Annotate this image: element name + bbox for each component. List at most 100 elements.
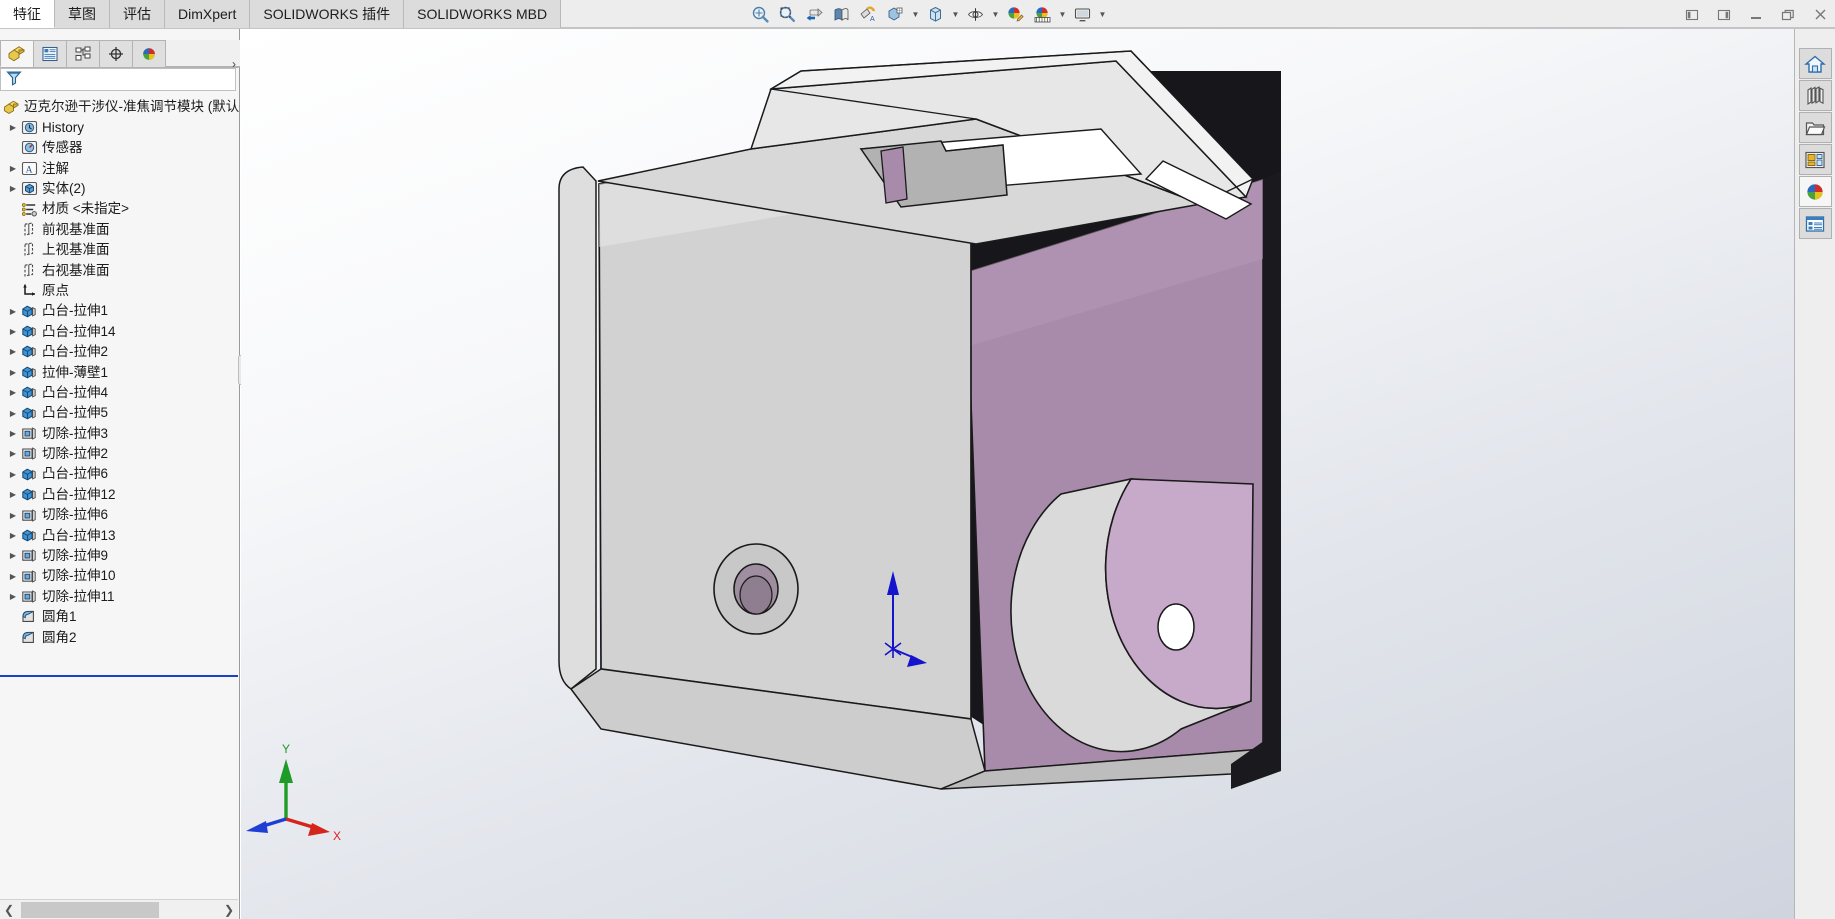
feature-tree-hscrollbar[interactable]: ❮ ❯ — [0, 899, 238, 919]
apply-scene-icon[interactable] — [1030, 2, 1055, 27]
section-view-icon[interactable] — [829, 2, 854, 27]
expand-arrow-icon[interactable]: ▶ — [6, 590, 20, 604]
tree-item-10[interactable]: ▶ 凸台-拉伸14 — [0, 321, 240, 341]
hscroll-thumb[interactable] — [21, 901, 159, 918]
tree-item-21[interactable]: ▶ 切除-拉伸9 — [0, 546, 240, 566]
tree-item-3[interactable]: ▶ 实体(2) — [0, 179, 240, 199]
close-icon[interactable] — [1809, 4, 1831, 26]
tree-item-24[interactable]: 圆角1 — [0, 607, 240, 627]
boss-extrude-icon — [20, 364, 38, 380]
view-palette-icon[interactable] — [1798, 144, 1832, 175]
property-manager-tab[interactable] — [33, 40, 67, 67]
expand-arrow-icon[interactable]: ▶ — [6, 569, 20, 583]
tree-item-label: 传感器 — [42, 140, 83, 156]
feature-manager-tree-tab[interactable] — [0, 40, 34, 67]
tree-item-19[interactable]: ▶ 切除-拉伸6 — [0, 505, 240, 525]
tab-dimxpert[interactable]: DimXpert — [165, 0, 251, 28]
tree-item-25[interactable]: 圆角2 — [0, 627, 240, 647]
tree-item-2[interactable]: ▶ A 注解 — [0, 158, 240, 178]
apply-scene-dropdown-icon[interactable]: ▼ — [1057, 4, 1068, 26]
tree-item-16[interactable]: ▶ 切除-拉伸2 — [0, 444, 240, 464]
tree-item-12[interactable]: ▶ 拉伸-薄壁1 — [0, 362, 240, 382]
display-style-dropdown-icon[interactable]: ▼ — [910, 4, 921, 26]
tree-item-14[interactable]: ▶ 凸台-拉伸5 — [0, 403, 240, 423]
tree-item-6[interactable]: 上视基准面 — [0, 240, 240, 260]
tree-root-part[interactable]: 迈克尔逊干涉仪-准焦调节模块 (默认< — [0, 97, 240, 117]
zoom-to-fit-icon[interactable] — [748, 2, 773, 27]
graphics-area[interactable]: Y X Z — [241, 29, 1794, 919]
tree-item-0[interactable]: ▶ History — [0, 117, 240, 137]
expand-arrow-icon[interactable]: ▶ — [6, 508, 20, 522]
filter-input[interactable] — [23, 72, 235, 87]
tree-item-7[interactable]: 右视基准面 — [0, 260, 240, 280]
view-orientation-icon[interactable]: A — [856, 2, 881, 27]
tree-item-4[interactable]: 材质 <未指定> — [0, 199, 240, 219]
expand-arrow-icon[interactable]: ▶ — [6, 426, 20, 440]
display-manager-tab[interactable] — [132, 40, 166, 67]
file-explorer-icon[interactable] — [1798, 112, 1832, 143]
tree-item-8[interactable]: 原点 — [0, 281, 240, 301]
appearances-scenes-icon[interactable] — [1798, 176, 1832, 207]
tree-item-15[interactable]: ▶ 切除-拉伸3 — [0, 423, 240, 443]
tree-item-1[interactable]: 传感器 — [0, 138, 240, 158]
feature-tree-filter[interactable] — [0, 68, 236, 91]
scroll-right-icon[interactable]: ❯ — [220, 903, 238, 917]
tab-solidworks-mbd[interactable]: SOLIDWORKS MBD — [404, 0, 562, 28]
tree-item-5[interactable]: 前视基准面 — [0, 219, 240, 239]
design-library-icon[interactable] — [1798, 80, 1832, 111]
scroll-left-icon[interactable]: ❮ — [0, 903, 18, 917]
expand-arrow-icon[interactable]: ▶ — [6, 365, 20, 379]
restore-window-icon[interactable] — [1777, 4, 1799, 26]
hscroll-track[interactable] — [18, 900, 220, 919]
tree-item-label: 凸台-拉伸14 — [42, 323, 116, 339]
expand-arrow-icon[interactable]: ▶ — [6, 161, 20, 175]
tree-item-13[interactable]: ▶ 凸台-拉伸4 — [0, 382, 240, 402]
restore-left-icon[interactable] — [1681, 4, 1703, 26]
expand-arrow-icon[interactable]: ▶ — [6, 345, 20, 359]
hide-show-items-icon[interactable] — [963, 2, 988, 27]
previous-view-icon[interactable] — [802, 2, 827, 27]
custom-properties-icon[interactable] — [1798, 208, 1832, 239]
tree-item-18[interactable]: ▶ 凸台-拉伸12 — [0, 484, 240, 504]
edit-appearance-icon[interactable] — [1003, 2, 1028, 27]
expand-arrow-icon[interactable]: ▶ — [6, 488, 20, 502]
solidworks-resources-icon[interactable] — [1798, 48, 1832, 79]
feature-manager-tabs: › — [0, 40, 240, 71]
hide-show-dropdown-icon[interactable]: ▼ — [990, 4, 1001, 26]
tree-item-17[interactable]: ▶ 凸台-拉伸6 — [0, 464, 240, 484]
tree-item-label: 圆角2 — [42, 629, 77, 645]
zoom-to-area-icon[interactable] — [775, 2, 800, 27]
tree-item-23[interactable]: ▶ 切除-拉伸11 — [0, 586, 240, 606]
tree-item-11[interactable]: ▶ 凸台-拉伸2 — [0, 342, 240, 362]
view-cube-dropdown-icon[interactable]: ▼ — [950, 4, 961, 26]
expand-arrow-icon[interactable]: ▶ — [6, 386, 20, 400]
expand-arrow-icon[interactable]: ▶ — [6, 121, 20, 135]
tab-features[interactable]: 特征 — [0, 0, 55, 28]
view-settings-dropdown-icon[interactable]: ▼ — [1097, 4, 1108, 26]
tab-evaluate[interactable]: 评估 — [110, 0, 165, 28]
expand-arrow-icon[interactable]: ▶ — [6, 324, 20, 338]
feature-manager-tabs-filler — [165, 66, 240, 67]
display-style-icon[interactable] — [883, 2, 908, 27]
expand-arrow-icon[interactable]: ▶ — [6, 549, 20, 563]
tree-item-20[interactable]: ▶ 凸台-拉伸13 — [0, 525, 240, 545]
expand-arrow-icon[interactable]: ▶ — [6, 182, 20, 196]
tree-item-22[interactable]: ▶ 切除-拉伸10 — [0, 566, 240, 586]
tab-sketch[interactable]: 草图 — [55, 0, 110, 28]
minimize-icon[interactable] — [1745, 4, 1767, 26]
view-cube-icon[interactable] — [923, 2, 948, 27]
expand-arrow-icon[interactable]: ▶ — [6, 447, 20, 461]
expand-arrow-icon[interactable]: ▶ — [6, 406, 20, 420]
restore-right-icon[interactable] — [1713, 4, 1735, 26]
tab-solidworks-addins[interactable]: SOLIDWORKS 插件 — [250, 0, 405, 28]
configuration-manager-tab[interactable] — [66, 40, 100, 67]
tree-item-9[interactable]: ▶ 凸台-拉伸1 — [0, 301, 240, 321]
tree-item-label: 注解 — [42, 160, 69, 176]
expand-arrow-icon[interactable]: ▶ — [6, 528, 20, 542]
expand-arrow-icon[interactable]: ▶ — [6, 304, 20, 318]
view-settings-icon[interactable] — [1070, 2, 1095, 27]
dimxpert-manager-tab[interactable] — [99, 40, 133, 67]
expand-arrow-icon[interactable]: ▶ — [6, 467, 20, 481]
